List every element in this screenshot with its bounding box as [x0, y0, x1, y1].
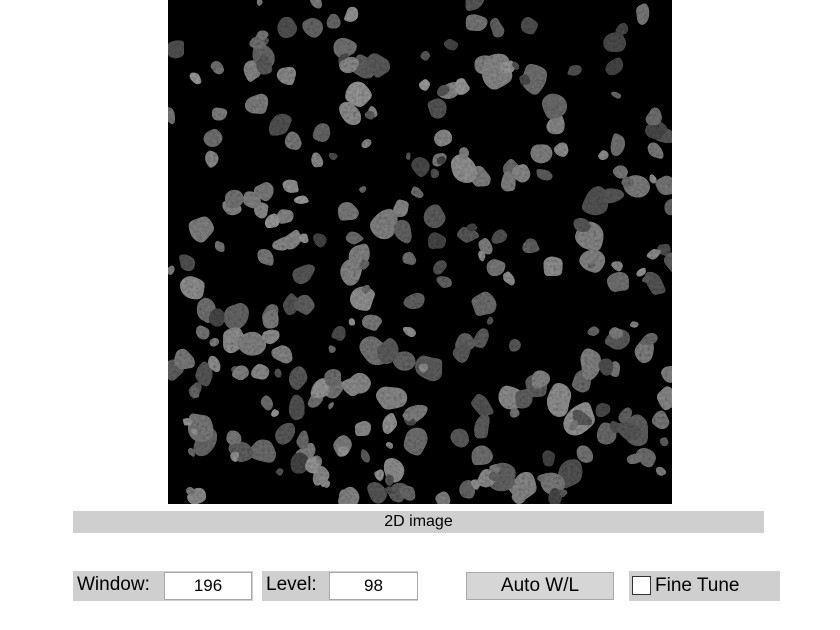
- microscopy-image[interactable]: [168, 0, 672, 504]
- image-caption: 2D image: [73, 511, 764, 533]
- window-label: Window:: [77, 574, 150, 595]
- level-control-group: Level: 98: [262, 571, 418, 601]
- fine-tune-control[interactable]: Fine Tune: [629, 571, 780, 601]
- window-input[interactable]: 196: [164, 572, 252, 600]
- level-label: Level:: [266, 574, 317, 595]
- nucleus-blob: [182, 418, 192, 426]
- nucleus-blob: [168, 40, 184, 59]
- nucleus-blob: [543, 256, 563, 277]
- image-viewer-window: 2D image Window: 196 Level: 98 Auto W/L …: [0, 0, 840, 630]
- fine-tune-checkbox[interactable]: [632, 576, 651, 595]
- nucleus-blob: [542, 450, 555, 467]
- level-input[interactable]: 98: [329, 572, 418, 600]
- auto-window-level-button[interactable]: Auto W/L: [466, 572, 614, 600]
- fine-tune-label: Fine Tune: [655, 575, 740, 596]
- nuclei-image-canvas: [168, 0, 672, 504]
- window-control-group: Window: 196: [73, 571, 253, 601]
